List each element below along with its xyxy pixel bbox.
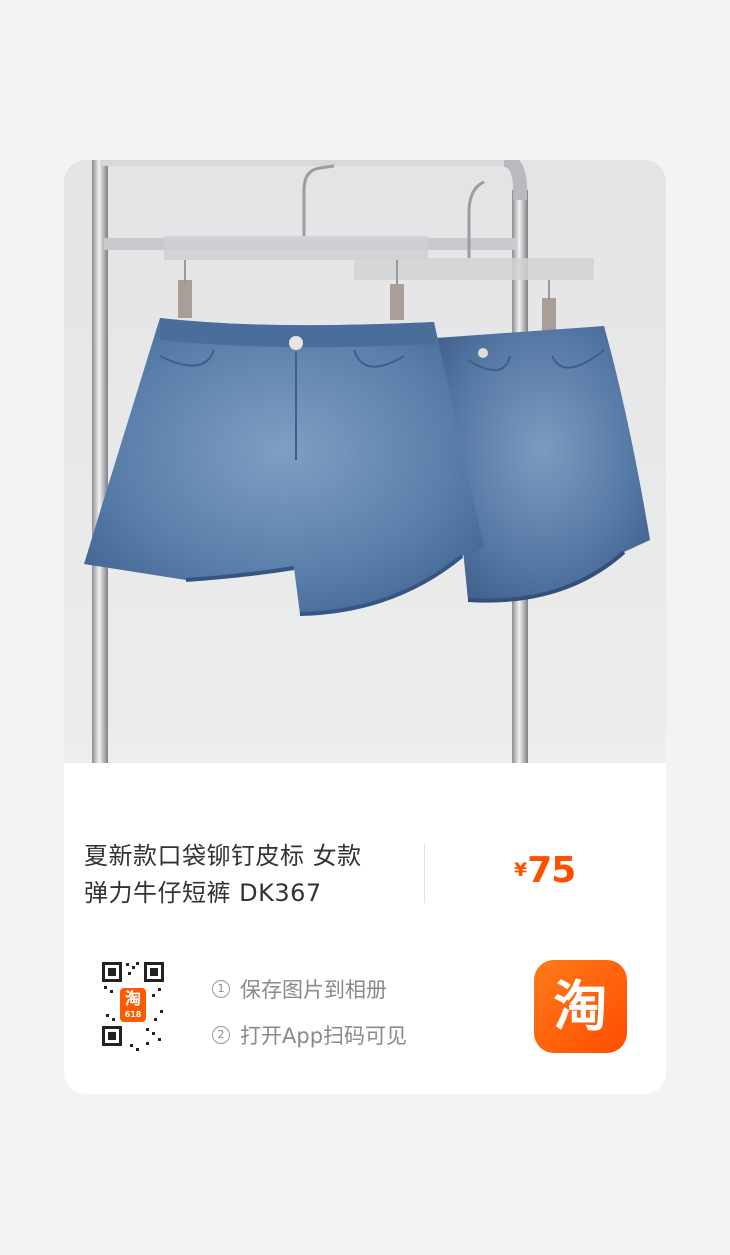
taobao-logo-icon[interactable]: 淘 <box>534 960 627 1053</box>
step-number-2: 2 <box>212 1026 230 1044</box>
qr-code-icon[interactable]: 淘 618 <box>100 960 166 1056</box>
product-title-line-2: 弹力牛仔短裤 DK367 <box>84 879 322 907</box>
share-card: 夏新款口袋铆钉皮标 女款 弹力牛仔短裤 DK367 ¥75 淘 618 1 保存… <box>64 160 666 1094</box>
qr-badge-char: 淘 <box>124 989 141 1008</box>
instruction-step-1: 1 保存图片到相册 <box>212 966 407 1012</box>
product-photo <box>64 160 666 763</box>
qr-badge-sub: 618 <box>124 1010 142 1019</box>
share-instructions: 1 保存图片到相册 2 打开App扫码可见 <box>212 966 407 1058</box>
instruction-step-2-label: 打开App扫码可见 <box>240 1024 408 1048</box>
qr-center-badge: 淘 618 <box>120 988 146 1022</box>
price-value: 75 <box>527 850 576 891</box>
price-currency-symbol: ¥ <box>514 859 528 881</box>
step-number-1: 1 <box>212 980 230 998</box>
instruction-step-1-label: 保存图片到相册 <box>240 978 387 1002</box>
logo-char: 淘 <box>553 975 608 1038</box>
instruction-step-2: 2 打开App扫码可见 <box>212 1012 407 1058</box>
price: ¥75 <box>514 850 576 891</box>
product-title-line-1: 夏新款口袋铆钉皮标 女款 <box>84 842 362 870</box>
product-title[interactable]: 夏新款口袋铆钉皮标 女款 弹力牛仔短裤 DK367 <box>84 838 414 912</box>
divider <box>424 843 425 903</box>
